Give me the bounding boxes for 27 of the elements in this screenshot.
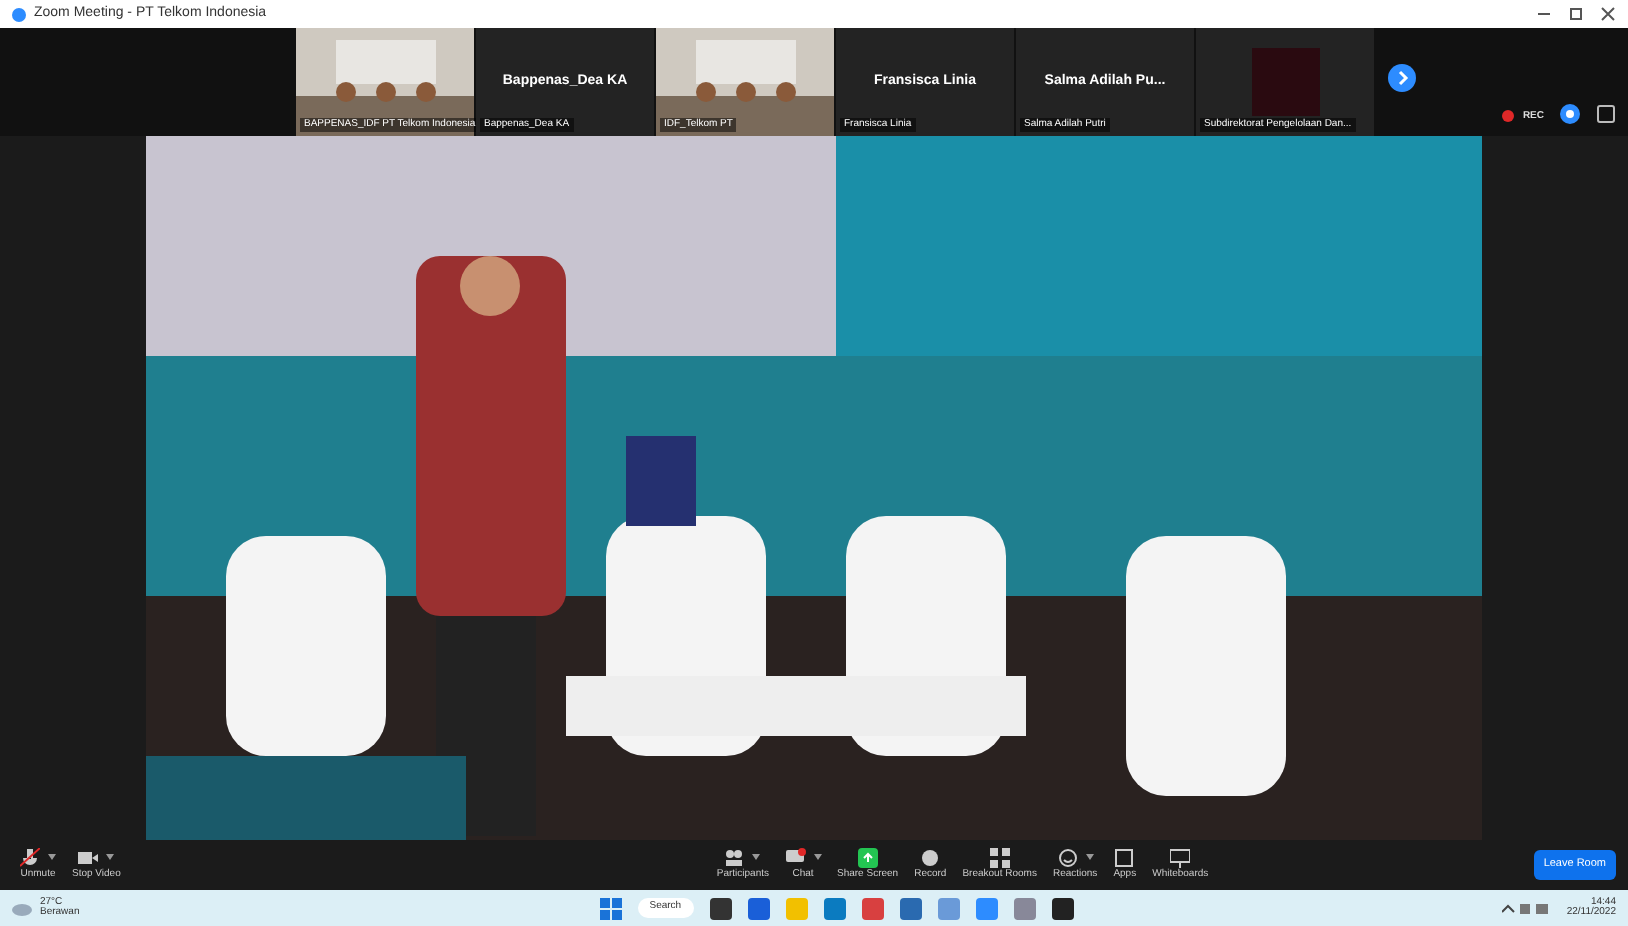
caret-icon[interactable] <box>48 854 56 861</box>
muted-mic-icon <box>20 847 40 868</box>
share-arrow-icon <box>857 847 878 868</box>
record-icon <box>920 847 941 868</box>
chat-bubble-icon <box>785 847 805 868</box>
system-tray-icon[interactable] <box>1502 901 1551 915</box>
people-icon <box>724 847 745 868</box>
smiley-icon <box>1057 847 1078 868</box>
recording-icon <box>1502 110 1515 123</box>
caret-icon[interactable] <box>752 854 761 861</box>
close-icon[interactable] <box>1600 6 1616 22</box>
caret-icon[interactable] <box>1085 854 1094 861</box>
next-page-icon[interactable] <box>1388 64 1416 92</box>
cloud-icon <box>12 901 32 915</box>
caret-icon[interactable] <box>813 854 821 861</box>
windows-start-icon[interactable] <box>599 897 622 919</box>
whiteboard-icon <box>1170 847 1191 868</box>
view-icon[interactable] <box>1596 104 1616 124</box>
app-logo-icon <box>12 7 26 21</box>
taskbar-app-icon[interactable] <box>1051 897 1074 919</box>
video-camera-icon <box>78 847 99 868</box>
video-placeholder <box>1251 48 1319 116</box>
grid-icon <box>989 847 1010 868</box>
maximize-icon[interactable] <box>1568 6 1584 22</box>
taskbar-app-icon[interactable] <box>709 897 732 919</box>
caret-icon[interactable] <box>106 854 115 861</box>
apps-icon <box>1114 847 1135 868</box>
